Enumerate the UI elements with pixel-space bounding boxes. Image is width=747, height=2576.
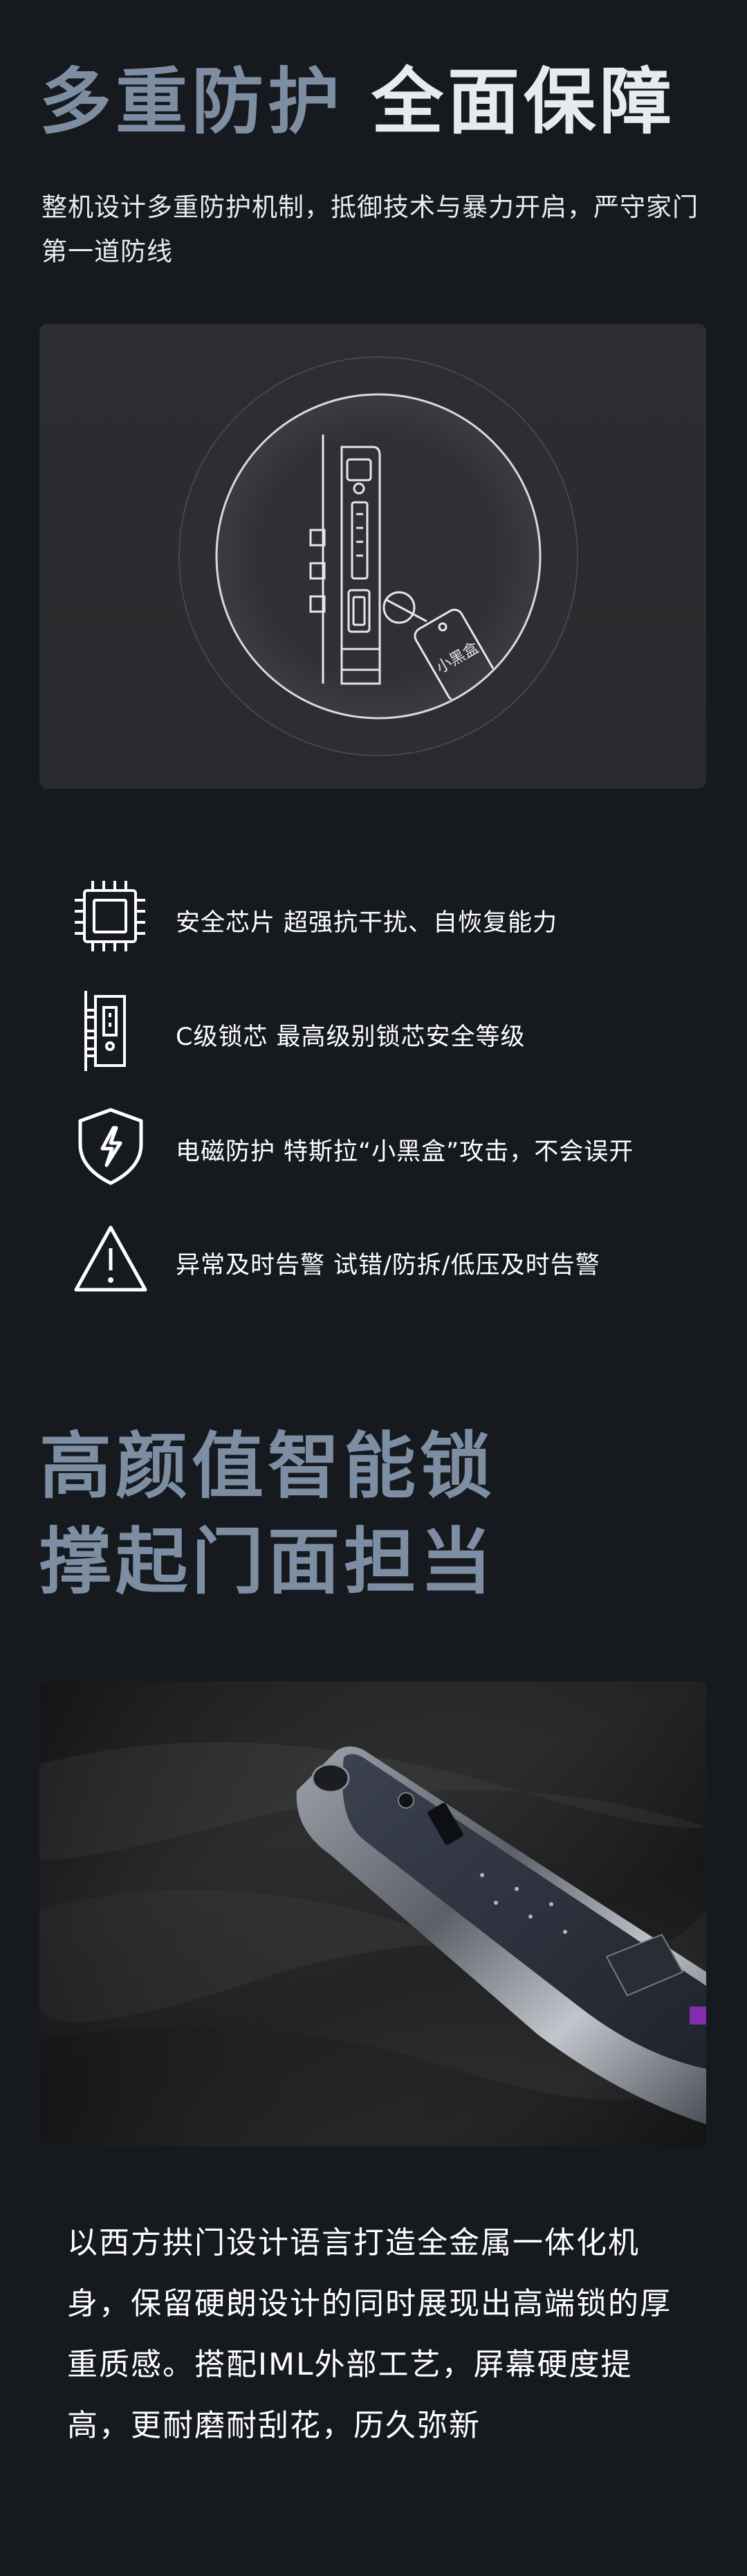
feature-item-lock-cylinder: C级锁芯 最高级别锁芯安全等级 (72, 989, 694, 1072)
feature-text: C级锁芯 最高级别锁芯安全等级 (176, 1017, 525, 1052)
shield-lightning-icon (78, 1108, 143, 1185)
title-line-1: 高颜值智能锁 (39, 1424, 497, 1508)
feature-item-chip: 安全芯片 超强抗干扰、自恢复能力 (72, 875, 694, 958)
feature-item-alarm: 异常及时告警 试错/防拆/低压及时告警 (72, 1218, 694, 1301)
lock-cylinder-icon (84, 991, 126, 1071)
title-part-1: 多重防护 (39, 60, 344, 144)
section-subtitle: 整机设计多重防护机制，抵御技术与暴力开启，严守家门第一道防线 (42, 192, 699, 266)
feature-desc: 超强抗干扰、自恢复能力 (284, 909, 558, 937)
feature-name: 异常及时告警 (176, 1252, 326, 1279)
feature-text: 电磁防护 特斯拉“小黑盒”攻击，不会误开 (176, 1132, 634, 1167)
lock-diagram-illustration: 小黑盒 (178, 356, 578, 756)
title-line-2: 撑起门面担当 (39, 1519, 497, 1604)
feature-name: 安全芯片 (176, 909, 276, 937)
feature-name: C级锁芯 (176, 1023, 268, 1051)
feature-desc: 试错/防拆/低压及时告警 (333, 1252, 600, 1279)
design-description: 以西方拱门设计语言打造全金属一体化机身，保留硬朗设计的同时展现出高端锁的厚重质感… (67, 2225, 672, 2443)
title-part-2: 全面保障 (371, 60, 676, 144)
feature-text: 安全芯片 超强抗干扰、自恢复能力 (176, 903, 557, 938)
feature-name: 电磁防护 (176, 1138, 276, 1166)
feature-item-em-protection: 电磁防护 特斯拉“小黑盒”攻击，不会误开 (72, 1104, 694, 1187)
section-title-design: 高颜值智能锁 撑起门面担当 (39, 1418, 496, 1609)
product-detail-page: 多重防护全面保障 整机设计多重防护机制，抵御技术与暴力开启，严守家门第一道防线 (0, 0, 747, 2576)
feature-text: 异常及时告警 试错/防拆/低压及时告警 (176, 1245, 600, 1281)
feature-desc: 特斯拉“小黑盒”攻击，不会误开 (284, 1138, 634, 1166)
warning-icon (74, 1225, 147, 1292)
lock-diagram-card: 小黑盒 (39, 324, 706, 789)
smart-lock-image (39, 1681, 706, 2146)
product-photo (39, 1681, 706, 2146)
section-title-protection: 多重防护 全面保障 (39, 57, 676, 147)
feature-desc: 最高级别锁芯安全等级 (276, 1023, 526, 1051)
chip-icon (75, 881, 145, 951)
